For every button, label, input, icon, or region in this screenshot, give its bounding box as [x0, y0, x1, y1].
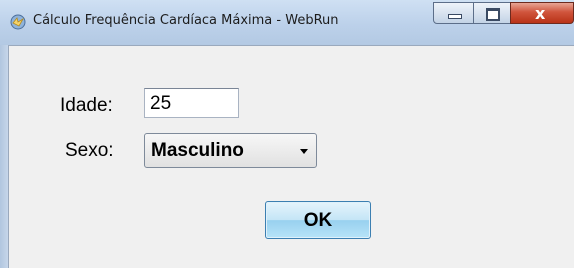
sex-select[interactable]: Masculino — [144, 133, 317, 168]
app-icon — [10, 14, 26, 30]
title-bar[interactable]: Cálculo Frequência Cardíaca Máxima - Web… — [0, 0, 574, 45]
close-button[interactable]: x — [510, 2, 574, 24]
sex-selected-value: Masculino — [151, 140, 244, 161]
window-frame-left — [0, 45, 8, 268]
ok-button[interactable]: OK — [265, 201, 371, 239]
minimize-icon — [448, 14, 462, 19]
ok-button-label: OK — [303, 210, 333, 231]
age-input[interactable]: 25 — [144, 88, 239, 118]
close-icon: x — [535, 4, 546, 23]
chevron-down-icon — [300, 149, 308, 154]
maximize-button[interactable] — [473, 2, 511, 24]
window-title: Cálculo Frequência Cardíaca Máxima - Web… — [33, 13, 339, 28]
minimize-button[interactable] — [433, 2, 474, 24]
sex-label: Sexo: — [65, 140, 114, 161]
maximize-icon — [486, 8, 500, 21]
age-input-value: 25 — [150, 93, 172, 114]
age-label: Idade: — [60, 95, 113, 116]
